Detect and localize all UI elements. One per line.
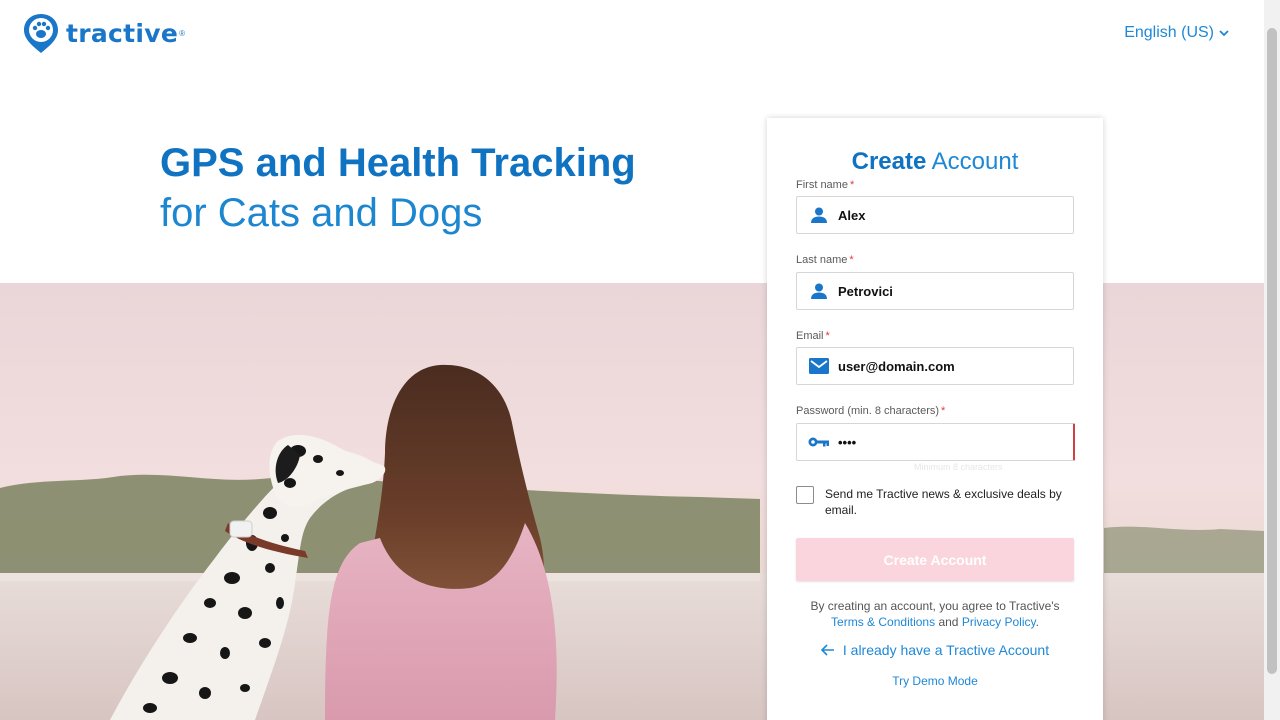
first-name-field	[796, 196, 1074, 234]
last-name-input[interactable]	[838, 276, 1073, 306]
email-field	[796, 347, 1074, 385]
logo-registered-mark: ®	[179, 28, 186, 38]
last-name-label: Last name *	[796, 254, 854, 266]
have-account-link[interactable]: I already have a Tractive Account	[767, 642, 1103, 658]
create-account-card: Create Account First name* Last name* Em…	[767, 118, 1103, 720]
hero-headline: GPS and Health Tracking for Cats and Dog…	[160, 138, 636, 238]
language-label: English (US)	[1124, 24, 1214, 41]
page: tractive ® English (US) GPS and Health T…	[0, 0, 1264, 720]
page-scrollbar[interactable]	[1264, 0, 1280, 720]
required-mark: *	[941, 405, 946, 417]
newsletter-checkbox[interactable]	[796, 486, 814, 504]
tractive-logo[interactable]: tractive ®	[22, 12, 185, 54]
demo-mode-link[interactable]: Try Demo Mode	[767, 674, 1103, 688]
key-icon	[808, 436, 830, 448]
logo-text: tractive	[66, 18, 179, 48]
password-input[interactable]	[838, 427, 1073, 457]
required-mark: *	[849, 254, 854, 266]
required-mark: *	[849, 179, 855, 191]
legal-text: By creating an account, you agree to Tra…	[767, 598, 1103, 630]
form-title-light: Account	[931, 148, 1019, 175]
form-title-strong: Create	[851, 148, 927, 175]
arrow-left-icon	[820, 644, 834, 656]
scrollbar-thumb[interactable]	[1267, 28, 1277, 674]
email-label: Email *	[796, 330, 830, 342]
last-name-field	[796, 272, 1074, 310]
legal-suffix: .	[1035, 615, 1039, 629]
language-selector[interactable]: English (US)	[1124, 24, 1229, 42]
password-field	[796, 423, 1075, 461]
password-label-text: Password (min. 8 characters)	[796, 405, 940, 417]
chevron-down-icon	[1219, 29, 1229, 36]
first-name-label-text: First name	[796, 179, 848, 191]
legal-and: and	[938, 615, 959, 629]
email-input[interactable]	[838, 351, 1073, 381]
legal-prefix: By creating an account, you agree to Tra…	[810, 599, 1060, 613]
privacy-link[interactable]: Privacy Policy	[962, 615, 1036, 629]
required-mark: *	[825, 330, 830, 342]
first-name-input[interactable]	[838, 200, 1073, 230]
first-name-label: First name *	[796, 179, 854, 191]
have-account-label: I already have a Tractive Account	[842, 642, 1050, 658]
headline-light: for Cats and Dogs	[160, 191, 483, 235]
create-account-button[interactable]: Create Account	[796, 538, 1074, 581]
terms-link[interactable]: Terms & Conditions	[831, 615, 935, 629]
password-label: Password (min. 8 characters) *	[796, 405, 945, 417]
person-icon	[808, 282, 830, 300]
password-hint: Minimum 8 characters	[914, 462, 1003, 472]
headline-strong: GPS and Health Tracking	[160, 141, 636, 185]
email-label-text: Email	[796, 330, 824, 342]
mail-icon	[808, 358, 830, 374]
person-icon	[808, 206, 830, 224]
form-title: Create Account	[767, 148, 1103, 176]
last-name-label-text: Last name	[796, 254, 848, 266]
newsletter-label[interactable]: Send me Tractive news & exclusive deals …	[825, 486, 1076, 518]
paw-pin-icon	[24, 14, 58, 53]
newsletter-option: Send me Tractive news & exclusive deals …	[796, 486, 1076, 518]
